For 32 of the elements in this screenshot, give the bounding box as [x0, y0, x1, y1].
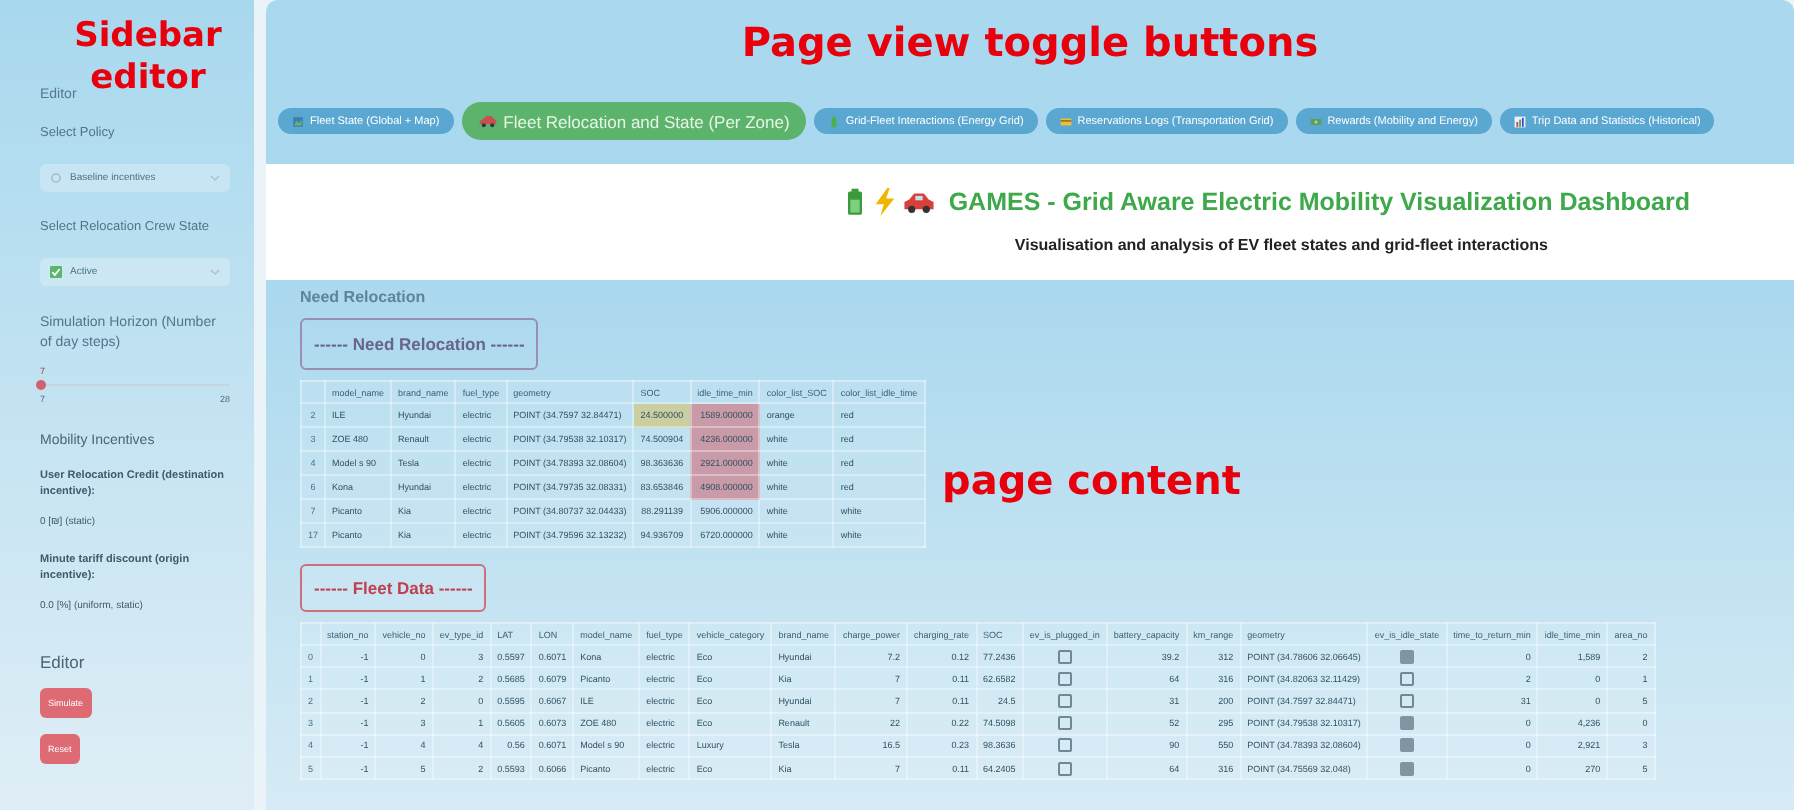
annotation-label: page content	[942, 456, 1241, 504]
checkmark-icon	[50, 266, 62, 278]
chevron-icon	[210, 174, 220, 182]
section-heading: Editor	[40, 652, 87, 672]
checkbox[interactable]	[1400, 693, 1414, 708]
checkbox[interactable]	[1057, 761, 1072, 776]
checkbox[interactable]	[1400, 738, 1414, 753]
section-title-box: ------ Need Relocation ------	[300, 318, 539, 370]
slider-thumb[interactable]	[35, 380, 45, 390]
checkbox[interactable]	[1057, 738, 1072, 753]
checkbox[interactable]	[1057, 649, 1072, 664]
chevron-icon	[210, 268, 220, 276]
checkbox[interactable]	[1400, 716, 1414, 731]
checkbox[interactable]	[1400, 649, 1414, 664]
car-icon	[902, 188, 937, 216]
annotation-label: Page view toggle buttons	[741, 18, 1319, 66]
checkbox[interactable]	[1057, 693, 1072, 708]
checkbox[interactable]	[1057, 671, 1072, 686]
checkbox[interactable]	[1400, 671, 1414, 686]
section-title-box: ------ Fleet Data ------	[300, 564, 487, 612]
dashboard-subtitle: Visualisation and analysis of EV fleet states and grid-fleet interactions	[1014, 236, 1548, 254]
map-icon	[292, 115, 304, 127]
lightning-icon	[872, 188, 899, 216]
view-toggle-button[interactable]: Fleet Relocation and State (Per Zone)	[461, 102, 806, 140]
checkbox[interactable]	[1400, 761, 1414, 776]
banknote-icon	[1309, 115, 1322, 127]
card-icon	[1059, 115, 1072, 127]
bar-chart-icon	[1513, 115, 1526, 127]
checkbox[interactable]	[1057, 716, 1072, 731]
section-heading: Need Relocation	[300, 288, 426, 306]
car-icon	[477, 114, 498, 128]
dashboard-title: GAMES - Grid Aware Electric Mobility Visualization Dashboard	[948, 188, 1690, 216]
